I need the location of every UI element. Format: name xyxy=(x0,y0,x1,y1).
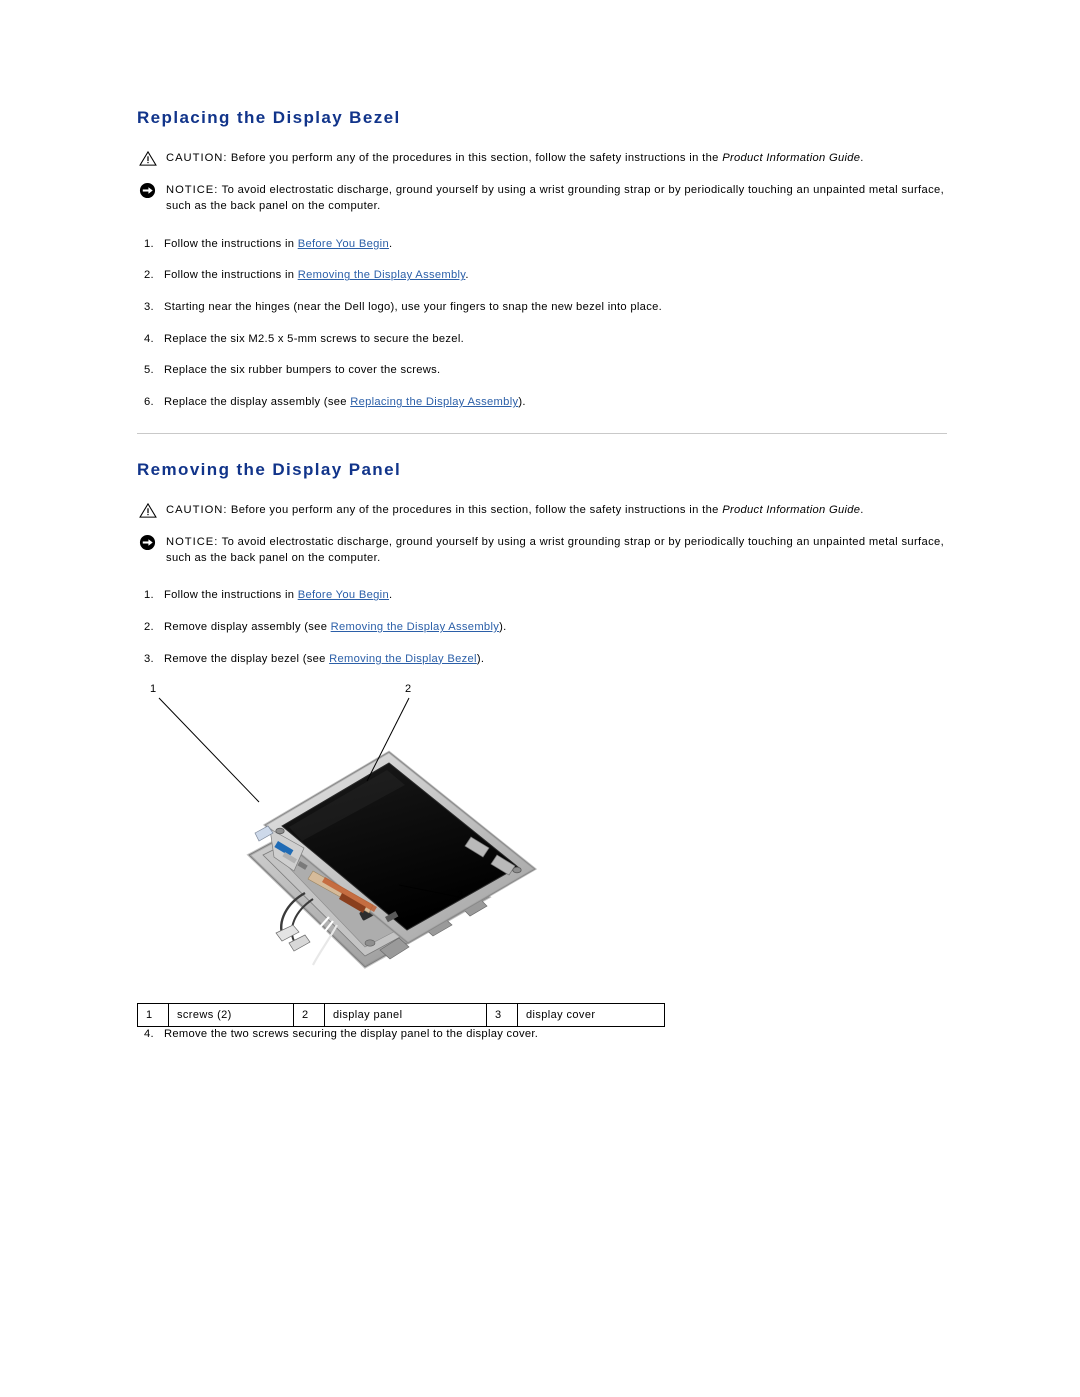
caution-label-1: CAUTION: xyxy=(166,152,228,164)
notice-label-1: NOTICE: xyxy=(166,184,219,197)
caution-text-2: Before you perform any of the procedures… xyxy=(227,503,723,516)
step-text: Remove the display bezel (see xyxy=(164,652,330,665)
step-text: Starting near the hinges (near the Dell … xyxy=(164,301,663,314)
legend-label-3: display cover xyxy=(517,1003,665,1028)
step-text: Follow the instructions in xyxy=(164,237,298,250)
caution-triangle-icon xyxy=(139,151,157,166)
caution-label-2: CAUTION: xyxy=(166,503,228,516)
step-text-post: . xyxy=(388,237,393,250)
step-text: Replace the six rubber bumpers to cover … xyxy=(164,364,441,377)
step-number: 2. xyxy=(144,621,154,634)
steps-list-removing-display-panel-continued: 4. Remove the two screws securing the dis… xyxy=(137,1027,947,1043)
notice-label-2: NOTICE: xyxy=(166,535,219,548)
legend-label-1: screws (2) xyxy=(168,1003,294,1028)
link-removing-the-display-assembly[interactable]: Removing the Display Assembly xyxy=(298,269,466,281)
steps-list-replacing-display-bezel: 1. Follow the instructions in Before You … xyxy=(137,237,947,411)
step-text-post: ). xyxy=(499,621,507,634)
list-item: 5. Replace the six rubber bumpers to cove… xyxy=(137,363,947,379)
section-divider xyxy=(137,432,947,434)
caution-text-1: Before you perform any of the procedures… xyxy=(227,152,723,164)
document-content: Replacing the Display Bezel CAUTION: Bef… xyxy=(137,108,947,1059)
legend-key-2: 2 xyxy=(293,1003,325,1028)
link-removing-the-display-bezel[interactable]: Removing the Display Bezel xyxy=(329,653,477,665)
step-number: 5. xyxy=(144,364,154,377)
step-number: 2. xyxy=(144,269,154,282)
step-number: 1. xyxy=(144,237,154,250)
step-text-post: ). xyxy=(518,396,526,409)
display-panel-illustration xyxy=(158,698,538,970)
page-title-removing-display-panel: Removing the Display Panel xyxy=(137,459,402,479)
step-number: 4. xyxy=(144,332,154,345)
legend-key-1: 1 xyxy=(137,1003,169,1028)
list-item: 3. Remove the display bezel (see Removing… xyxy=(137,652,947,668)
list-item: 4. Remove the two screws securing the dis… xyxy=(137,1027,947,1043)
caution-tail-1: . xyxy=(860,152,864,164)
link-replacing-the-display-assembly[interactable]: Replacing the Display Assembly xyxy=(350,396,518,408)
step-number: 3. xyxy=(144,301,154,314)
link-before-you-begin[interactable]: Before You Begin xyxy=(298,238,389,250)
step-number: 6. xyxy=(144,396,154,409)
step-text-post: ). xyxy=(476,652,485,665)
step-text-post: . xyxy=(388,589,393,602)
notice-text-2: To avoid electrostatic discharge, ground… xyxy=(166,535,945,565)
link-removing-the-display-assembly[interactable]: Removing the Display Assembly xyxy=(331,621,500,633)
document-page: Replacing the Display Bezel CAUTION: Bef… xyxy=(0,0,1080,1397)
notice-circle-arrow-icon xyxy=(139,183,156,199)
notice-circle-arrow-icon xyxy=(139,534,156,551)
notice-note-2: NOTICE: To avoid electrostatic discharge… xyxy=(137,534,947,566)
page-title-replacing-display-bezel: Replacing the Display Bezel xyxy=(137,108,401,127)
caution-note-2: CAUTION: Before you perform any of the p… xyxy=(137,502,947,518)
caution-note-1: CAUTION: Before you perform any of the p… xyxy=(137,150,947,166)
step-text: Follow the instructions in xyxy=(164,589,298,602)
list-item: 1. Follow the instructions in Before You … xyxy=(137,588,947,604)
step-number: 1. xyxy=(144,589,154,602)
callout-2: 2 xyxy=(405,683,412,696)
caution-tail-2: . xyxy=(860,503,864,516)
list-item: 4. Replace the six M2.5 x 5-mm screws to … xyxy=(137,332,947,348)
list-item: 3. Starting near the hinges (near the Del… xyxy=(137,300,947,316)
callout-1: 1 xyxy=(150,683,157,696)
table-row: 1 screws (2) 2 display panel 3 display c… xyxy=(137,1003,665,1028)
step-text: Follow the instructions in xyxy=(164,269,298,282)
list-item: 1. Follow the instructions in Before You … xyxy=(137,237,947,253)
caution-italic-1: Product Information Guide xyxy=(722,152,861,164)
callout-3: 3 xyxy=(457,889,464,902)
legend-label-2: display panel xyxy=(324,1003,487,1028)
step-text: Remove the two screws securing the displ… xyxy=(164,1028,539,1041)
list-item: 2. Remove display assembly (see Removing … xyxy=(137,620,947,636)
list-item: 2. Follow the instructions in Removing th… xyxy=(137,268,947,284)
notice-note-1: NOTICE: To avoid electrostatic discharge… xyxy=(137,182,947,214)
link-before-you-begin[interactable]: Before You Begin xyxy=(298,589,389,601)
steps-list-removing-display-panel: 1. Follow the instructions in Before You … xyxy=(137,588,947,667)
display-panel-exploded-figure: 1 2 3 xyxy=(137,683,947,995)
caution-triangle-icon xyxy=(139,502,157,518)
step-text: Remove display assembly (see xyxy=(164,621,331,634)
step-number: 4. xyxy=(144,1028,154,1041)
notice-text-1: To avoid electrostatic discharge, ground… xyxy=(166,184,945,213)
legend-key-3: 3 xyxy=(486,1003,518,1028)
figure-legend-table: 1 screws (2) 2 display panel 3 display c… xyxy=(137,1003,665,1028)
step-number: 3. xyxy=(144,652,154,665)
step-text: Replace the display assembly (see xyxy=(164,396,351,409)
list-item: 6. Replace the display assembly (see Repl… xyxy=(137,395,947,411)
caution-italic-2: Product Information Guide xyxy=(722,503,861,516)
step-text-post: . xyxy=(465,269,469,282)
step-text: Replace the six M2.5 x 5-mm screws to se… xyxy=(164,332,465,345)
